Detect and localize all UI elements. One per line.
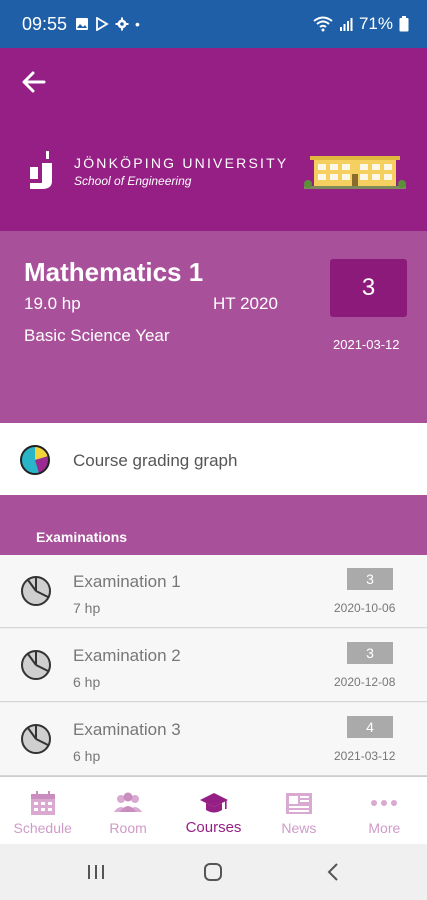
graduation-cap-icon: [199, 793, 228, 813]
notification-dot: •: [135, 16, 140, 32]
exam-grade-badge: 4: [347, 716, 393, 738]
app-header: JÖNKÖPING UNIVERSITY School of Engineeri…: [0, 48, 427, 231]
course-program: Basic Science Year: [24, 326, 170, 345]
play-store-icon: [96, 17, 109, 31]
system-back-icon[interactable]: [322, 860, 346, 884]
nav-label: More: [368, 820, 401, 836]
exam-grade-badge: 3: [347, 568, 393, 590]
course-grading-graph-link[interactable]: Course grading graph: [0, 423, 427, 495]
recent-apps-icon[interactable]: [84, 860, 108, 884]
examinations-title: Examinations: [36, 529, 128, 545]
wifi-icon: [313, 16, 333, 32]
university-name: JÖNKÖPING UNIVERSITY: [74, 154, 289, 171]
exam-name: Examination 2: [73, 646, 181, 665]
people-icon: [114, 792, 143, 812]
exam-credits: 6 hp: [73, 748, 101, 764]
exam-date: 2021-03-12: [334, 749, 396, 763]
nav-schedule[interactable]: Schedule: [0, 777, 85, 844]
status-system-icons: 71%: [313, 14, 409, 34]
nav-courses[interactable]: Courses: [171, 777, 256, 844]
exam-name: Examination 3: [73, 720, 181, 739]
nav-more[interactable]: More: [342, 777, 427, 844]
university-logo: JÖNKÖPING UNIVERSITY School of Engineeri…: [28, 151, 288, 191]
exam-credits: 6 hp: [73, 674, 101, 690]
exam-row[interactable]: Examination 2 6 hp 3 2020-12-08: [0, 629, 427, 702]
university-logo-mark: [30, 151, 52, 189]
exam-pie-icon: [21, 724, 51, 754]
building-illustration: [304, 156, 406, 189]
exam-row[interactable]: Examination 3 6 hp 4 2021-03-12: [0, 703, 427, 776]
course-grade-badge: 3: [330, 259, 407, 317]
more-dots-icon: [371, 800, 398, 806]
calendar-icon: [30, 791, 55, 815]
back-arrow-icon[interactable]: [20, 68, 48, 96]
exam-credits: 7 hp: [73, 600, 101, 616]
exam-pie-icon: [21, 650, 51, 680]
exam-name: Examination 1: [73, 572, 181, 591]
school-name: School of Engineering: [74, 173, 192, 188]
exam-date: 2020-12-08: [334, 675, 396, 689]
system-navigation-bar: [0, 844, 427, 900]
nav-label: Courses: [185, 819, 242, 836]
nav-news[interactable]: News: [256, 777, 341, 844]
nav-room[interactable]: Room: [85, 777, 170, 844]
nav-label: Room: [109, 820, 147, 836]
bottom-navigation: Schedule Room Courses News More: [0, 776, 427, 844]
course-title: Mathematics 1: [24, 257, 204, 287]
examinations-header: Examinations: [0, 495, 427, 555]
signal-icon: [339, 18, 353, 31]
course-date: 2021-03-12: [333, 337, 400, 352]
status-time: 09:55: [22, 14, 68, 34]
newspaper-icon: [285, 793, 312, 814]
exam-row[interactable]: Examination 1 7 hp 3 2020-10-06: [0, 555, 427, 628]
settings-gear-icon: [115, 17, 129, 31]
nav-label: News: [281, 820, 317, 836]
course-summary-card: Mathematics 1 19.0 hp HT 2020 Basic Scie…: [0, 231, 427, 423]
gallery-icon: [76, 18, 88, 30]
nav-label: Schedule: [13, 820, 72, 836]
home-icon[interactable]: [201, 860, 225, 884]
exam-grade-badge: 3: [347, 642, 393, 664]
course-term: HT 2020: [213, 294, 278, 313]
status-bar: 09:55 • 71%: [0, 0, 427, 48]
exam-date: 2020-10-06: [334, 601, 396, 615]
battery-icon: [399, 16, 409, 32]
status-notification-icons: •: [75, 16, 140, 32]
course-grading-graph-label: Course grading graph: [73, 451, 238, 470]
pie-chart-icon: [20, 445, 50, 475]
course-credits: 19.0 hp: [24, 294, 81, 313]
exam-pie-icon: [21, 576, 51, 606]
battery-percent: 71%: [358, 14, 393, 33]
